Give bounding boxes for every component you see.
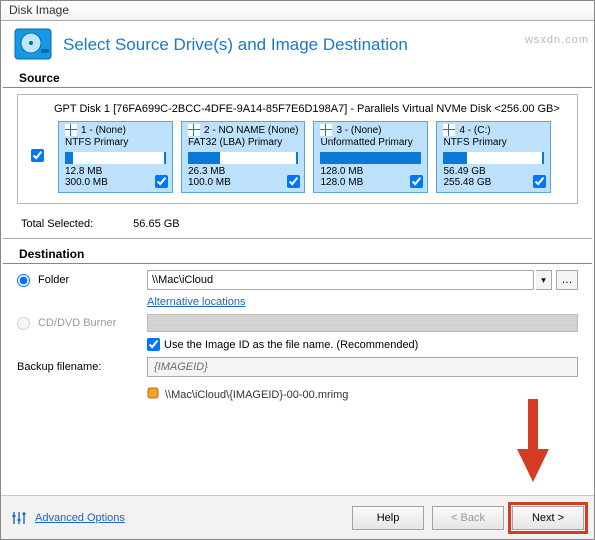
- next-button[interactable]: Next >: [512, 506, 584, 530]
- help-button[interactable]: Help: [352, 506, 424, 530]
- partition-id: 4 - (C:): [459, 125, 490, 136]
- burner-select-disabled: [147, 314, 578, 332]
- partition-usage-bar: [320, 152, 421, 164]
- partition-used: 26.3 MB: [188, 166, 231, 177]
- destination-section-label: Destination: [3, 247, 592, 264]
- folder-radio[interactable]: [17, 274, 30, 287]
- watermark-text: wsxdn.com: [525, 34, 589, 46]
- partition-list: 1 - (None)NTFS Primary12.8 MB300.0 MB2 -…: [58, 121, 569, 193]
- total-selected-label: Total Selected:: [21, 218, 93, 230]
- advanced-options-link[interactable]: Advanced Options: [35, 512, 125, 524]
- windows-flag-icon: [188, 124, 200, 136]
- page-title: Select Source Drive(s) and Image Destina…: [63, 35, 408, 55]
- back-button: < Back: [432, 506, 504, 530]
- backup-filename-label: Backup filename:: [17, 361, 147, 373]
- burner-radio-row: CD/DVD Burner: [17, 317, 147, 330]
- partition-total: 255.48 GB: [443, 177, 491, 188]
- partition-used: 56.49 GB: [443, 166, 491, 177]
- backup-filename-field[interactable]: {IMAGEID}: [147, 357, 578, 377]
- total-selected-row: Total Selected: 56.65 GB: [3, 214, 592, 239]
- partition-total: 128.0 MB: [320, 177, 363, 188]
- use-image-id-label: Use the Image ID as the file name. (Reco…: [164, 339, 418, 351]
- partition-checkbox[interactable]: [155, 175, 168, 188]
- windows-flag-icon: [443, 124, 455, 136]
- partition-used: 12.8 MB: [65, 166, 108, 177]
- burner-radio: [17, 317, 30, 330]
- partition-used: 128.0 MB: [320, 166, 363, 177]
- partition-total: 300.0 MB: [65, 177, 108, 188]
- destination-area: Folder ▾ … Alternative locations CD/DVD …: [1, 270, 594, 402]
- partition-usage-bar: [65, 152, 166, 164]
- partition-tile[interactable]: 4 - (C:)NTFS Primary 56.49 GB255.48 GB: [436, 121, 551, 193]
- folder-radio-label: Folder: [38, 274, 69, 286]
- wizard-footer: Advanced Options Help < Back Next >: [1, 495, 594, 539]
- disk-select-checkbox[interactable]: [31, 149, 44, 162]
- partition-type: NTFS Primary: [443, 137, 544, 148]
- folder-path-input[interactable]: [147, 270, 534, 290]
- partition-type: NTFS Primary: [65, 137, 166, 148]
- folder-browse-button[interactable]: …: [556, 270, 578, 290]
- reflect-file-icon: [147, 387, 159, 402]
- folder-dropdown-button[interactable]: ▾: [536, 270, 552, 290]
- partition-id: 1 - (None): [81, 125, 126, 136]
- output-path-text: \\Mac\iCloud\{IMAGEID}-00-00.mrimg: [165, 389, 348, 401]
- window-titlebar: Disk Image: [1, 1, 594, 21]
- partition-tile[interactable]: 1 - (None)NTFS Primary 12.8 MB300.0 MB: [58, 121, 173, 193]
- partition-usage-bar: [188, 152, 298, 164]
- disk-title: GPT Disk 1 [76FA699C-2BCC-4DFE-9A14-85F7…: [26, 101, 569, 121]
- partition-type: FAT32 (LBA) Primary: [188, 137, 298, 148]
- sliders-icon: [11, 510, 27, 526]
- window-title: Disk Image: [9, 3, 69, 17]
- alternative-locations-link[interactable]: Alternative locations: [147, 296, 245, 308]
- partition-type: Unformatted Primary: [320, 137, 421, 148]
- burner-radio-label: CD/DVD Burner: [38, 317, 116, 329]
- source-disk-box: GPT Disk 1 [76FA699C-2BCC-4DFE-9A14-85F7…: [17, 94, 578, 204]
- partition-tile[interactable]: 3 - (None)Unformatted Primary 128.0 MB128…: [313, 121, 428, 193]
- partition-tile[interactable]: 2 - NO NAME (None)FAT32 (LBA) Primary 26.…: [181, 121, 305, 193]
- wizard-header: Select Source Drive(s) and Image Destina…: [1, 21, 594, 71]
- disk-image-wizard-window: Disk Image Select Source Drive(s) and Im…: [0, 0, 595, 540]
- windows-flag-icon: [320, 124, 332, 136]
- ellipsis-icon: …: [562, 274, 573, 286]
- folder-radio-row[interactable]: Folder: [17, 274, 147, 287]
- windows-flag-icon: [65, 124, 77, 136]
- partition-checkbox[interactable]: [410, 175, 423, 188]
- chevron-down-icon: ▾: [541, 275, 546, 286]
- use-image-id-checkbox[interactable]: [147, 338, 160, 351]
- partition-checkbox[interactable]: [533, 175, 546, 188]
- source-section-label: Source: [3, 71, 592, 88]
- partition-id: 3 - (None): [336, 125, 381, 136]
- partition-usage-bar: [443, 152, 544, 164]
- partition-checkbox[interactable]: [287, 175, 300, 188]
- partition-id: 2 - NO NAME (None): [204, 125, 298, 136]
- partition-total: 100.0 MB: [188, 177, 231, 188]
- total-selected-value: 56.65 GB: [133, 218, 179, 230]
- hard-drive-icon: [13, 27, 53, 63]
